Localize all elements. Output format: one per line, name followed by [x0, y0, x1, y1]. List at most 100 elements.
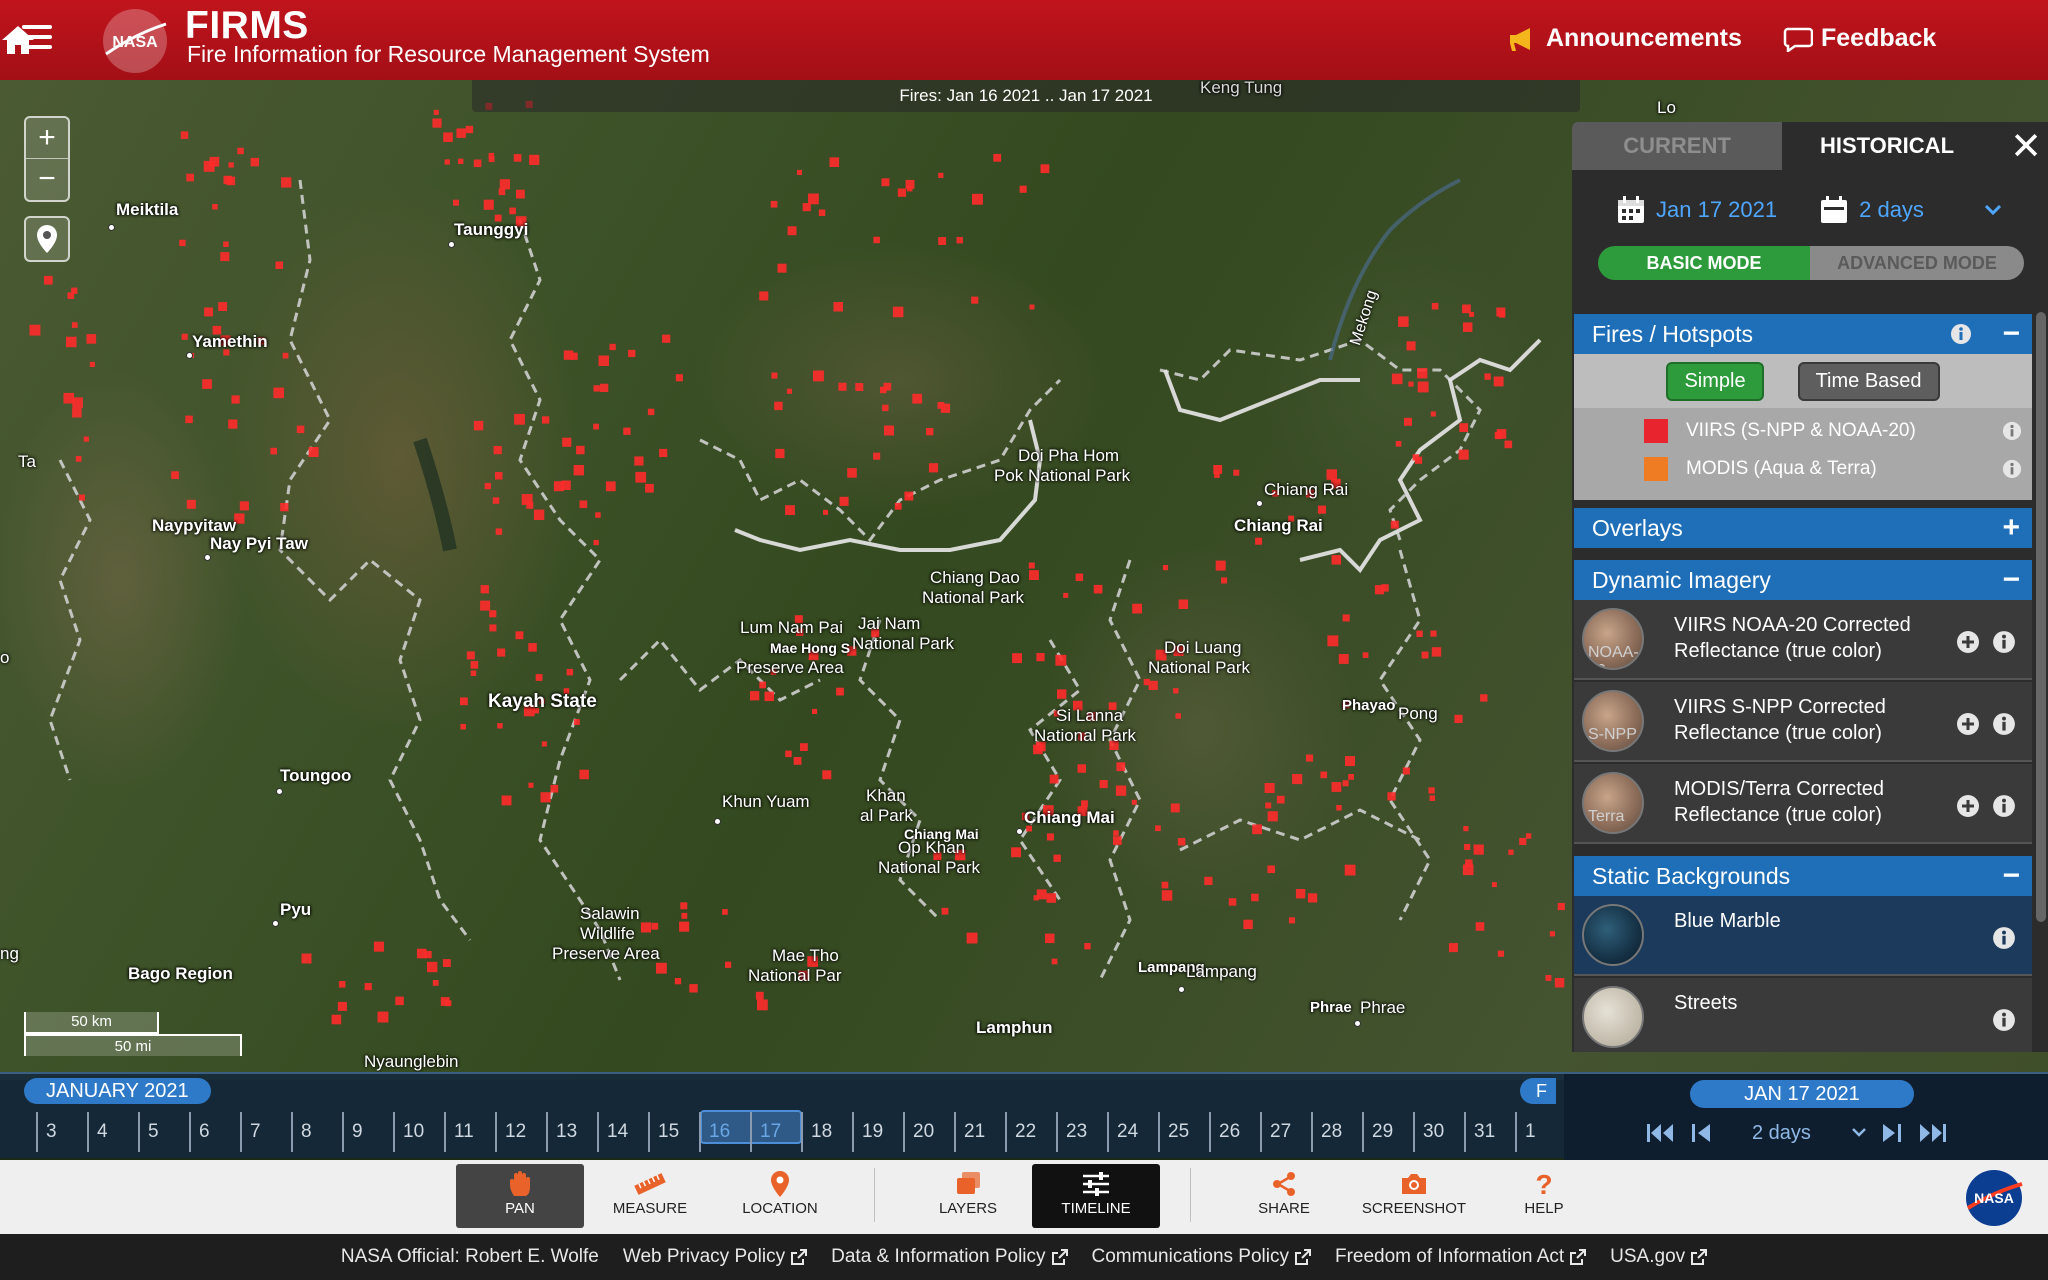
- info-icon[interactable]: [1992, 712, 2016, 736]
- layer-item-viirs-snpp[interactable]: S-NPP VIIRS S-NPP Corrected Reflectance …: [1574, 682, 2032, 762]
- section-overlays[interactable]: Overlays +: [1574, 508, 2032, 548]
- timeline-day[interactable]: 5: [138, 1112, 159, 1152]
- timeline-day[interactable]: 12: [495, 1112, 526, 1152]
- simple-button[interactable]: Simple: [1666, 361, 1764, 401]
- timeline-day[interactable]: 13: [546, 1112, 577, 1152]
- timeline-day[interactable]: 24: [1107, 1112, 1138, 1152]
- timeline-day[interactable]: 10: [393, 1112, 424, 1152]
- thumbnail-tag: S-NPP: [1588, 726, 1637, 743]
- advanced-mode-button[interactable]: ADVANCED MODE: [1810, 246, 2024, 280]
- footer-link-data-policy[interactable]: Data & Information Policy: [831, 1246, 1068, 1268]
- zoom-in-button[interactable]: +: [26, 118, 68, 159]
- timeline-day[interactable]: 17: [750, 1112, 781, 1152]
- layer-item-streets[interactable]: Streets: [1574, 978, 2032, 1052]
- timeline-day[interactable]: 20: [903, 1112, 934, 1152]
- info-icon[interactable]: [1992, 794, 2016, 818]
- timeline-day[interactable]: 15: [648, 1112, 679, 1152]
- share-tool-button[interactable]: SHARE: [1220, 1164, 1348, 1228]
- layer-item-modis-terra[interactable]: Terra MODIS/Terra Corrected Reflectance …: [1574, 764, 2032, 844]
- step-back-icon[interactable]: [1690, 1122, 1714, 1144]
- layer-item-viirs-noaa20[interactable]: NOAA-20 VIIRS NOAA-20 Corrected Reflecta…: [1574, 600, 2032, 680]
- info-icon[interactable]: [1992, 926, 2016, 950]
- section-fires-hotspots[interactable]: Fires / Hotspots −: [1574, 314, 2032, 354]
- tab-current[interactable]: CURRENT: [1572, 122, 1782, 170]
- timeline-day[interactable]: 6: [189, 1112, 210, 1152]
- timeline-range[interactable]: 2 days: [1752, 1122, 1811, 1145]
- timeline-day[interactable]: 8: [291, 1112, 312, 1152]
- layers-tool-button[interactable]: LAYERS: [904, 1164, 1032, 1228]
- collapse-toggle[interactable]: −: [2002, 859, 2020, 893]
- timeline-day[interactable]: 11: [444, 1112, 474, 1152]
- locate-button[interactable]: [24, 216, 70, 262]
- info-icon[interactable]: [1992, 1008, 2016, 1032]
- timeline-month[interactable]: JANUARY 2021: [24, 1078, 211, 1104]
- timeline-day[interactable]: 7: [240, 1112, 261, 1152]
- timeline-tool-button[interactable]: TIMELINE: [1032, 1164, 1160, 1228]
- screenshot-tool-button[interactable]: SCREENSHOT: [1350, 1164, 1478, 1228]
- timeline-day[interactable]: 4: [87, 1112, 108, 1152]
- layer-item-blue-marble[interactable]: Blue Marble: [1574, 896, 2032, 976]
- footer-link-communications[interactable]: Communications Policy: [1092, 1246, 1311, 1268]
- location-tool-button[interactable]: LOCATION: [716, 1164, 844, 1228]
- timeline-day[interactable]: 28: [1311, 1112, 1342, 1152]
- timeline-day[interactable]: 25: [1158, 1112, 1189, 1152]
- timeline-day[interactable]: 21: [954, 1112, 985, 1152]
- nasa-meatball-logo[interactable]: NASA: [1964, 1168, 2024, 1228]
- date-value[interactable]: Jan 17 2021: [1656, 197, 1777, 223]
- calendar-range-icon[interactable]: [1819, 195, 1849, 225]
- timeline-day[interactable]: 23: [1056, 1112, 1087, 1152]
- range-value[interactable]: 2 days: [1859, 197, 1924, 223]
- expand-toggle[interactable]: +: [2002, 511, 2020, 545]
- timeline-day[interactable]: 3: [36, 1112, 57, 1152]
- footer-link-usa-gov[interactable]: USA.gov: [1610, 1246, 1708, 1268]
- timeline-next-month[interactable]: F: [1520, 1078, 1556, 1104]
- chevron-down-icon[interactable]: [1851, 1127, 1867, 1139]
- announcements-link[interactable]: Announcements: [1508, 24, 1742, 53]
- timeline-day[interactable]: 19: [852, 1112, 883, 1152]
- time-based-button[interactable]: Time Based: [1797, 361, 1940, 401]
- timeline-current-date[interactable]: JAN 17 2021: [1690, 1080, 1914, 1108]
- add-layer-icon[interactable]: [1956, 794, 1980, 818]
- calendar-icon[interactable]: [1616, 195, 1646, 225]
- pan-tool-button[interactable]: PAN: [456, 1164, 584, 1228]
- measure-tool-button[interactable]: MEASURE: [586, 1164, 714, 1228]
- timeline-day[interactable]: 16: [699, 1112, 730, 1152]
- collapse-toggle[interactable]: −: [2002, 563, 2020, 597]
- help-tool-button[interactable]: ? HELP: [1480, 1164, 1608, 1228]
- info-icon[interactable]: [2002, 421, 2022, 441]
- feedback-link[interactable]: Feedback: [1783, 24, 1936, 53]
- timeline-day[interactable]: 14: [597, 1112, 628, 1152]
- timeline-day[interactable]: 22: [1005, 1112, 1036, 1152]
- skip-to-end-icon[interactable]: [1917, 1122, 1947, 1144]
- tab-historical[interactable]: HISTORICAL: [1782, 122, 1992, 170]
- footer-link-foia[interactable]: Freedom of Information Act: [1335, 1246, 1587, 1268]
- timeline-day[interactable]: 27: [1260, 1112, 1291, 1152]
- close-icon[interactable]: ✕: [2010, 124, 2042, 169]
- timeline-day[interactable]: 29: [1362, 1112, 1393, 1152]
- nasa-logo[interactable]: NASA: [100, 6, 170, 76]
- add-layer-icon[interactable]: [1956, 712, 1980, 736]
- fire-hotspot: [1463, 826, 1469, 832]
- info-icon[interactable]: [1992, 630, 2016, 654]
- chevron-down-icon[interactable]: [1984, 204, 2002, 216]
- info-icon[interactable]: [2002, 459, 2022, 479]
- timeline-day[interactable]: 26: [1209, 1112, 1240, 1152]
- add-layer-icon[interactable]: [1956, 630, 1980, 654]
- basic-mode-button[interactable]: BASIC MODE: [1598, 246, 1810, 280]
- step-forward-icon[interactable]: [1879, 1122, 1903, 1144]
- panel-scrollbar[interactable]: [2036, 312, 2046, 922]
- collapse-toggle[interactable]: −: [2002, 317, 2020, 351]
- hamburger-menu-icon[interactable]: [22, 25, 52, 49]
- timeline-day[interactable]: 31: [1464, 1112, 1495, 1152]
- section-dynamic-imagery[interactable]: Dynamic Imagery −: [1574, 560, 2032, 600]
- section-static-backgrounds[interactable]: Static Backgrounds −: [1574, 856, 2032, 896]
- footer-link-privacy[interactable]: Web Privacy Policy: [623, 1246, 808, 1268]
- timeline-day[interactable]: 1: [1515, 1112, 1536, 1152]
- skip-to-start-icon[interactable]: [1646, 1122, 1676, 1144]
- fire-hotspot: [838, 382, 847, 391]
- timeline-day[interactable]: 30: [1413, 1112, 1444, 1152]
- zoom-out-button[interactable]: −: [26, 159, 68, 200]
- timeline-day[interactable]: 18: [801, 1112, 832, 1152]
- timeline-day[interactable]: 9: [342, 1112, 363, 1152]
- info-icon[interactable]: [1950, 323, 1972, 345]
